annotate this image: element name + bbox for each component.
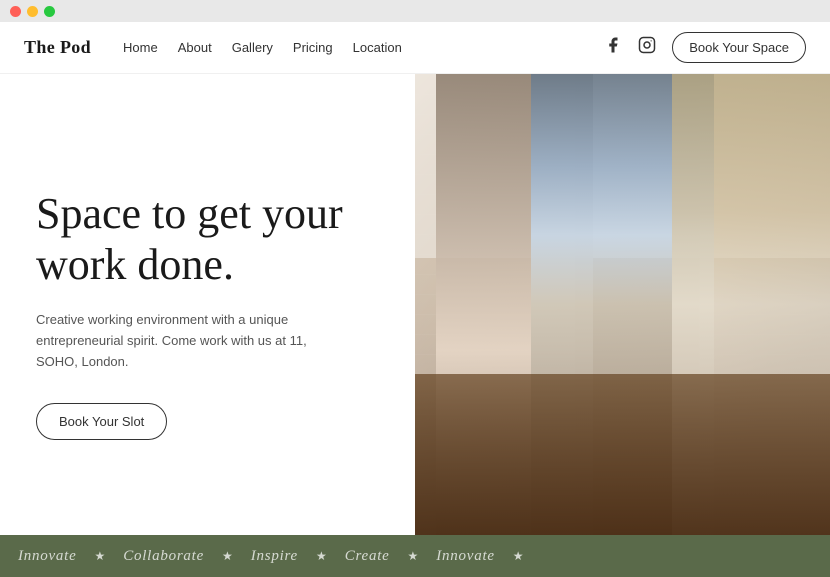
facebook-icon[interactable] [604, 36, 622, 59]
hero-image-area [415, 74, 830, 535]
ticker-word-1: Innovate [0, 548, 94, 565]
ticker-star-1: ★ [94, 549, 105, 564]
nav-gallery[interactable]: Gallery [232, 40, 273, 55]
minimize-button[interactable] [27, 6, 38, 17]
navbar-left: The Pod Home About Gallery Pricing Locat… [24, 37, 402, 58]
hero-subtext: Creative working environment with a uniq… [36, 310, 316, 372]
close-button[interactable] [10, 6, 21, 17]
ticker-word-3: Inspire [233, 548, 316, 565]
nav-location[interactable]: Location [353, 40, 402, 55]
nav-pricing[interactable]: Pricing [293, 40, 333, 55]
book-space-button[interactable]: Book Your Space [672, 32, 806, 63]
hero-section: Space to get your work done. Creative wo… [0, 74, 830, 535]
nav-home[interactable]: Home [123, 40, 158, 55]
ticker-star-4: ★ [408, 549, 419, 564]
hero-headline: Space to get your work done. [36, 189, 379, 290]
hero-left: Space to get your work done. Creative wo… [0, 74, 415, 535]
ticker-star-2: ★ [222, 549, 233, 564]
ticker-word-4: Create [327, 548, 408, 565]
navbar: The Pod Home About Gallery Pricing Locat… [0, 22, 830, 74]
ticker-star-5: ★ [513, 549, 524, 564]
hero-photo [415, 74, 830, 535]
table-surface [415, 374, 830, 535]
title-bar [0, 0, 830, 22]
ticker-content: Innovate ★ Collaborate ★ Inspire ★ Creat… [0, 548, 524, 565]
ticker-word-2: Collaborate [105, 548, 222, 565]
nav-links: Home About Gallery Pricing Location [123, 39, 402, 57]
brand-logo: The Pod [24, 37, 91, 58]
ticker-word-5: Innovate [418, 548, 512, 565]
navbar-right: Book Your Space [604, 32, 806, 63]
book-slot-button[interactable]: Book Your Slot [36, 403, 167, 440]
nav-about[interactable]: About [178, 40, 212, 55]
ticker-star-3: ★ [316, 549, 327, 564]
instagram-icon[interactable] [638, 36, 656, 59]
ticker-bar: Innovate ★ Collaborate ★ Inspire ★ Creat… [0, 535, 830, 577]
maximize-button[interactable] [44, 6, 55, 17]
